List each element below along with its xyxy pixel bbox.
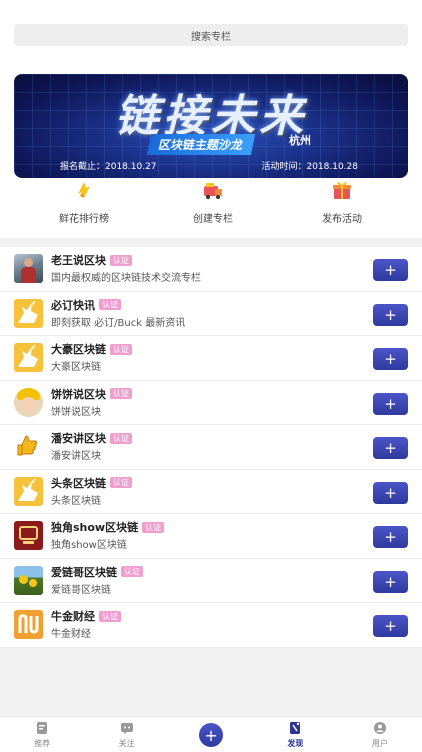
search-input[interactable]: 搜索专栏: [14, 24, 408, 46]
bottom-tab-bar: 推荐 关注 + 发现 用户: [0, 716, 422, 752]
list-item[interactable]: 饼饼说区块 认证 饼饼说区块 +: [0, 381, 422, 425]
recommend-icon: [37, 722, 48, 734]
tab-user[interactable]: 用户: [338, 717, 422, 752]
follow-icon: [120, 723, 133, 734]
quick-actions: 鲜花排行榜 创建专栏 发布活动: [0, 178, 422, 225]
banner-subtitle: 区块链主题沙龙: [146, 134, 256, 155]
unicorn-icon: [18, 344, 38, 368]
nj-logo-icon: [18, 614, 39, 634]
column-name: 潘安讲区块: [51, 432, 106, 446]
list-item[interactable]: 牛金财经 认证 牛金财经 +: [0, 603, 422, 648]
flower-ranking-icon: [78, 182, 90, 198]
follow-button[interactable]: +: [373, 526, 408, 548]
tab-discover-label: 发现: [287, 739, 304, 748]
list-item[interactable]: 爱链哥区块链 认证 爱链哥区块链 +: [0, 559, 422, 603]
list-item[interactable]: 老王说区块 认证 国内最权威的区块链技术交流专栏 +: [0, 247, 422, 292]
avatar: [14, 610, 43, 640]
avatar: [14, 476, 43, 506]
column-name: 独角show区块链: [51, 521, 139, 535]
tab-user-label: 用户: [371, 739, 388, 748]
tab-recommend-label: 推荐: [34, 739, 51, 748]
column-name: 牛金财经: [51, 610, 95, 624]
column-name: 大豪区块链: [51, 343, 106, 357]
unicorn-icon: [18, 299, 38, 323]
flower-ranking-button[interactable]: 鲜花排行榜: [44, 178, 124, 225]
avatar: [14, 565, 43, 595]
list-item[interactable]: 潘安讲区块 认证 潘安讲区块 +: [0, 425, 422, 470]
create-column-icon: [204, 183, 222, 199]
user-icon: [373, 722, 386, 734]
verified-badge: 认证: [121, 566, 143, 578]
verified-badge: 认证: [142, 521, 165, 533]
column-desc: 牛金财经: [51, 629, 91, 641]
banner-city: 杭州: [289, 134, 311, 147]
column-name: 头条区块链: [51, 476, 106, 490]
column-list: 老王说区块 认证 国内最权威的区块链技术交流专栏 + 必订快讯 认证 即刻获取 …: [0, 247, 422, 648]
avatar: [14, 387, 43, 417]
verified-badge: 认证: [110, 432, 132, 444]
column-desc: 饼饼说区块: [51, 406, 101, 418]
column-name: 老王说区块: [51, 254, 106, 268]
avatar: [14, 254, 43, 284]
avatar: [14, 521, 43, 551]
verified-badge: 认证: [110, 477, 132, 489]
tab-discover[interactable]: 发现: [253, 717, 337, 752]
discover-icon: [290, 722, 301, 734]
banner-deadline: 报名截止：2018.10.27: [60, 162, 157, 172]
tab-recommend[interactable]: 推荐: [0, 717, 84, 752]
avatar: [14, 432, 43, 462]
verified-badge: 认证: [99, 610, 121, 622]
follow-button[interactable]: +: [373, 392, 408, 415]
verified-badge: 认证: [99, 299, 121, 311]
publish-event-label: 发布活动: [322, 214, 362, 225]
tab-add[interactable]: +: [169, 717, 253, 752]
chain-logo-icon: [19, 526, 38, 545]
column-name: 饼饼说区块: [51, 387, 106, 401]
column-name: 必订快讯: [51, 298, 95, 312]
thumb-up-icon: [17, 435, 37, 456]
tab-follow-label: 关注: [118, 739, 135, 748]
column-desc: 潘安讲区块: [51, 451, 101, 463]
column-desc: 独角show区块链: [51, 540, 127, 552]
follow-button[interactable]: +: [373, 615, 408, 637]
column-name: 爱链哥区块链: [51, 565, 117, 579]
verified-badge: 认证: [110, 254, 132, 266]
follow-button[interactable]: +: [373, 481, 408, 504]
follow-button[interactable]: +: [373, 437, 408, 459]
follow-button[interactable]: +: [373, 348, 408, 370]
tab-follow[interactable]: 关注: [84, 717, 168, 752]
avatar: [14, 343, 43, 373]
follow-button[interactable]: +: [373, 570, 408, 593]
create-column-button[interactable]: 创建专栏: [173, 178, 253, 225]
discover-page: 搜索专栏 链接未来 区块链主题沙龙 杭州 报名截止：2018.10.27 活动时…: [0, 0, 422, 752]
add-icon[interactable]: +: [199, 723, 224, 747]
column-desc: 即刻获取 必订/Buck 最新资讯: [51, 317, 186, 329]
follow-button[interactable]: +: [373, 303, 408, 326]
avatar: [14, 298, 43, 328]
column-desc: 国内最权威的区块链技术交流专栏: [51, 273, 201, 285]
column-desc: 大豪区块链: [51, 362, 101, 374]
list-item[interactable]: 必订快讯 认证 即刻获取 必订/Buck 最新资讯 +: [0, 292, 422, 336]
verified-badge: 认证: [110, 343, 132, 355]
gift-event-icon: [333, 182, 351, 199]
column-desc: 头条区块链: [51, 495, 101, 507]
banner-date: 活动时间：2018.10.28: [261, 162, 358, 172]
list-item[interactable]: 独角show区块链 认证 独角show区块链 +: [0, 514, 422, 559]
publish-event-button[interactable]: 发布活动: [302, 178, 382, 225]
flower-ranking-label: 鲜花排行榜: [59, 214, 109, 225]
event-banner[interactable]: 链接未来 区块链主题沙龙 杭州 报名截止：2018.10.27 活动时间：201…: [14, 74, 408, 178]
search-placeholder: 搜索专栏: [191, 31, 231, 43]
column-desc: 爱链哥区块链: [51, 584, 111, 596]
follow-button[interactable]: +: [373, 259, 408, 281]
list-item[interactable]: 大豪区块链 认证 大豪区块链 +: [0, 336, 422, 381]
list-item[interactable]: 头条区块链 认证 头条区块链 +: [0, 470, 422, 514]
unicorn-icon: [18, 477, 38, 501]
create-column-label: 创建专栏: [193, 214, 233, 225]
verified-badge: 认证: [110, 388, 132, 400]
